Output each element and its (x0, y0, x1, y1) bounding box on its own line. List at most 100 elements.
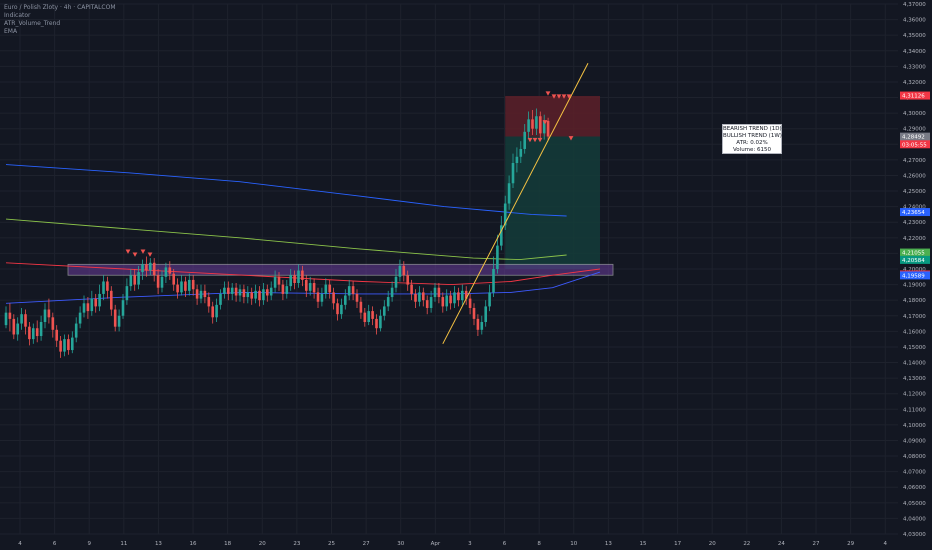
candle-body (523, 131, 526, 149)
candle-body (437, 287, 441, 298)
time-tick-label: 9 (87, 541, 91, 547)
price-tick-label: 4,35000 (903, 33, 926, 39)
candle-body (422, 292, 425, 301)
candle-body (238, 289, 242, 296)
candle-body (176, 284, 179, 293)
price-tick-label: 4,04000 (903, 516, 926, 522)
price-tick-label: 4,14000 (903, 361, 926, 367)
candle-body (24, 314, 27, 327)
candle-body (43, 309, 47, 322)
price-tick-label: 4,17000 (903, 314, 926, 320)
price-tick-label: 4,23000 (903, 220, 926, 226)
candle-body (102, 281, 105, 294)
time-tick-label: 15 (639, 541, 646, 547)
candle-body (383, 306, 386, 316)
time-tick-label: 13 (155, 541, 162, 547)
candle-body (12, 318, 16, 335)
candle-body (106, 281, 109, 291)
candle-body (246, 292, 250, 298)
candle-body (484, 306, 487, 322)
price-tick-label: 4,30000 (903, 111, 926, 117)
candle-body (344, 295, 347, 305)
candle-body (71, 337, 74, 351)
time-tick-label: Apr (431, 541, 441, 547)
price-tick-label: 4,06000 (903, 485, 926, 491)
price-tick-label: 4,27000 (903, 158, 926, 164)
candle-body (363, 312, 367, 322)
candle-body (117, 315, 121, 327)
candle-body (195, 289, 199, 299)
candle-body (227, 287, 230, 294)
price-tick-label: 4,19000 (903, 283, 926, 289)
price-tick-label: 4,37000 (903, 2, 926, 8)
trend-info-box[interactable]: BEARISH TREND (1D) BULLISH TREND (1W) AT… (722, 124, 782, 154)
candle-body (527, 119, 530, 132)
candle-body (211, 306, 214, 318)
candle-body (539, 116, 542, 134)
candle-body (476, 318, 480, 330)
candle-body (480, 322, 484, 330)
candle-body (113, 309, 117, 327)
atr-label: ATR: 0.02% (736, 140, 768, 146)
time-tick-label: 27 (813, 541, 820, 547)
candle-body (457, 292, 460, 301)
candle-body (312, 283, 316, 293)
candle-body (519, 148, 523, 157)
price-tick-label: 4,12000 (903, 392, 926, 398)
candle-body (94, 298, 97, 307)
time-tick-label: 20 (259, 541, 266, 547)
candle-body (188, 279, 191, 291)
candle-body (515, 156, 519, 163)
candle-body (74, 323, 78, 338)
take-profit-zone[interactable] (505, 136, 600, 270)
candle-body (199, 290, 203, 299)
candle-body (546, 120, 550, 137)
candle-body (160, 276, 164, 288)
candle-body (121, 300, 125, 316)
time-tick-label: 22 (743, 541, 750, 547)
price-label-text: 4,19589 (902, 273, 925, 279)
candle-body (297, 270, 300, 284)
candle-body (242, 289, 246, 298)
price-tick-label: 4,33000 (903, 64, 926, 70)
price-tick-label: 4,09000 (903, 438, 926, 444)
candle-body (133, 275, 136, 285)
price-label-text: 4,20584 (902, 258, 925, 264)
symbol-line[interactable]: Euro / Polish Zloty · 4h · CAPITALCOM (4, 4, 116, 12)
candle-body (359, 301, 363, 313)
candle-body (308, 283, 312, 291)
price-tick-label: 4,32000 (903, 80, 926, 86)
stop-loss-zone[interactable] (505, 95, 600, 137)
indicator-3[interactable]: EMA (4, 28, 116, 36)
candle-body (141, 264, 144, 273)
time-tick-label: 4 (18, 541, 22, 547)
candle-body (191, 279, 195, 290)
candle-body (207, 297, 211, 307)
candle-body (156, 275, 160, 288)
time-tick-label: 20 (709, 541, 716, 547)
indicator-2[interactable]: ATR_Volume_Trend (4, 20, 116, 28)
candle-body (367, 311, 370, 322)
time-tick-label: 27 (363, 541, 370, 547)
candle-body (394, 276, 398, 288)
candle-body (164, 267, 168, 277)
price-tick-label: 4,05000 (903, 501, 926, 507)
indicator-1[interactable]: Indicator (4, 12, 116, 20)
candle-body (8, 312, 12, 319)
candle-body (316, 292, 320, 302)
candle-body (129, 275, 133, 287)
candle-body (219, 293, 222, 305)
price-tick-label: 4,16000 (903, 329, 926, 335)
price-axis[interactable]: 4,37000 4,36000 4,35000 4,34000 4,33000 4,320… (903, 2, 926, 538)
price-chart[interactable]: 4,37000 4,36000 4,35000 4,34000 4,33000 4,320… (0, 0, 932, 550)
candle-body (402, 265, 406, 276)
candle-body (277, 276, 281, 285)
candle-body (390, 287, 394, 298)
candle-body (172, 273, 175, 285)
candle-body (98, 293, 101, 307)
candle-body (28, 326, 31, 340)
candle-body (336, 303, 339, 315)
price-tick-label: 4,29000 (903, 127, 926, 133)
candle-body (301, 270, 304, 280)
candle-body (35, 328, 39, 337)
